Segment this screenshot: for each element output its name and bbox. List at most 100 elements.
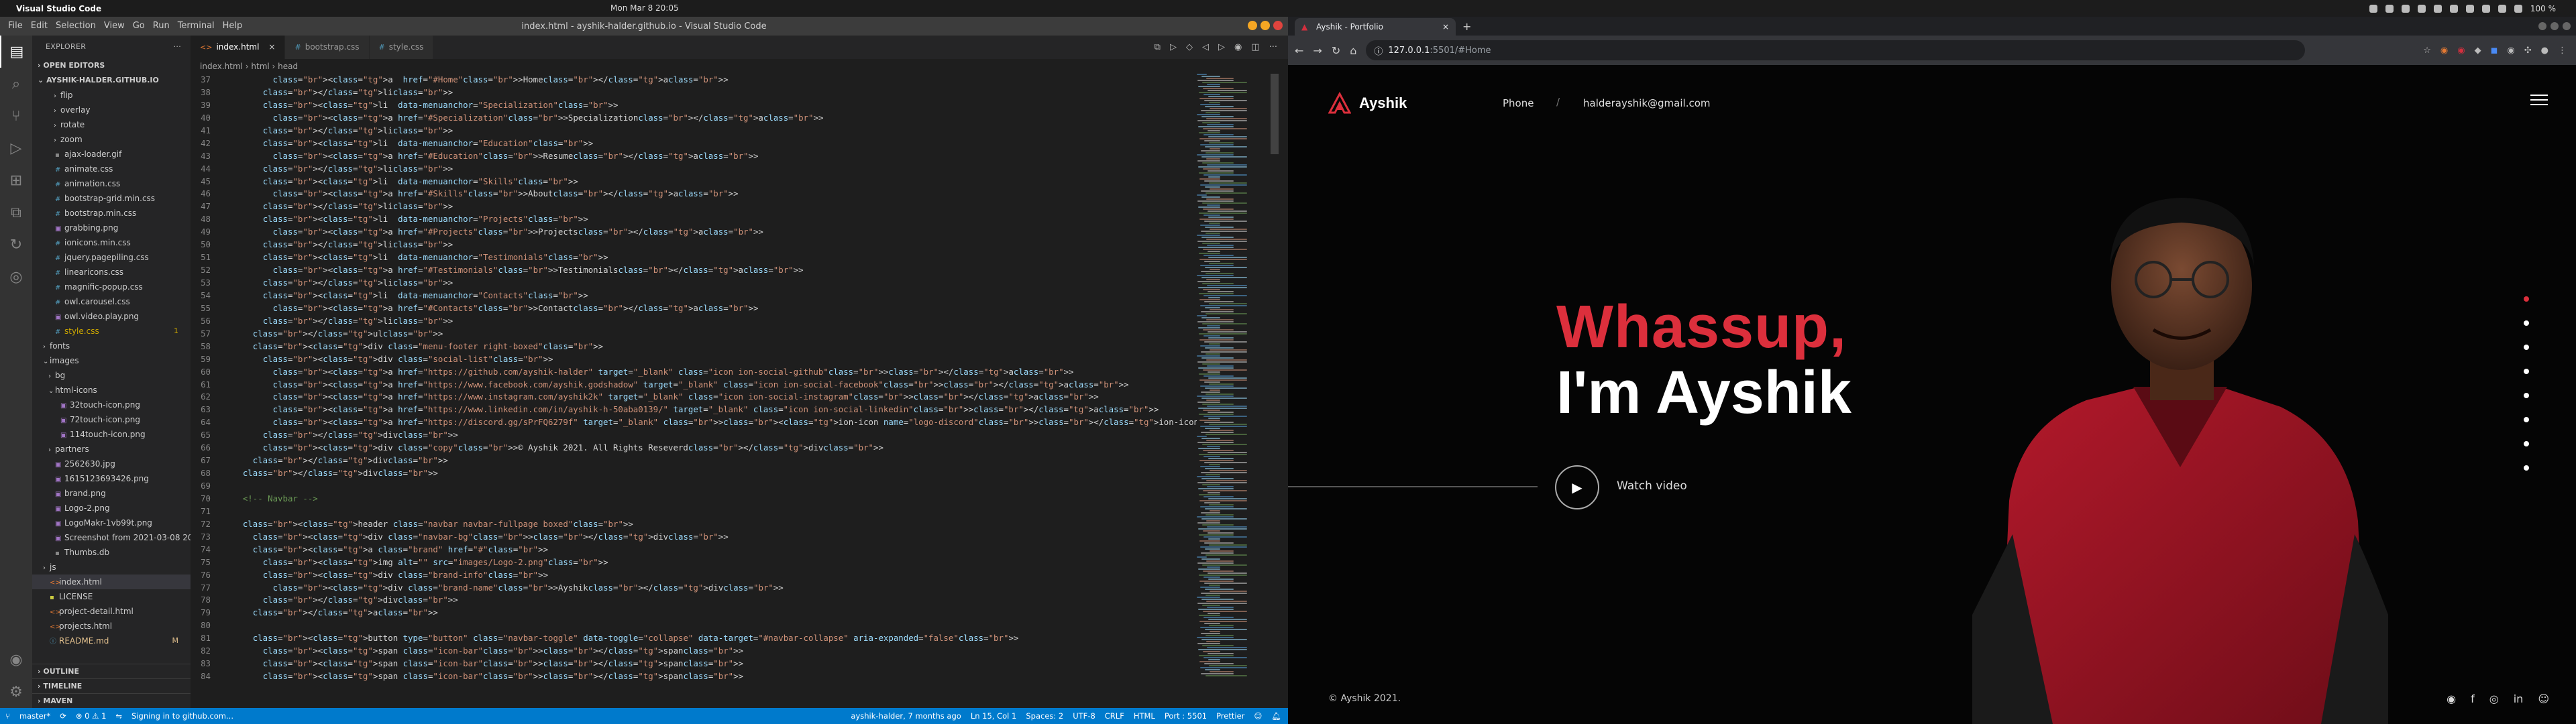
info-icon[interactable]: ⓘ (1374, 44, 1383, 57)
git-branch-icon[interactable]: ⑂ (5, 711, 10, 721)
more-actions-icon[interactable]: ··· (1269, 42, 1277, 52)
code-line[interactable]: 59 class="br"><class="tg">div class="soc… (191, 353, 1197, 366)
file-tree-item[interactable]: ▣ 2562630.jpg (32, 457, 191, 471)
tray-app-icon[interactable] (2401, 4, 2410, 13)
dropbox-icon[interactable] (2433, 4, 2442, 13)
remote-explorer-icon[interactable]: ⧉ (0, 196, 32, 229)
git-branch[interactable]: master* (19, 711, 50, 721)
code-line[interactable]: 63 class="br"><class="tg">a href="https:… (191, 404, 1197, 416)
timeline-section[interactable]: › TIMELINE (32, 678, 191, 693)
discord-icon[interactable]: ☺ (2538, 692, 2549, 705)
go-live-icon[interactable]: ◇ (1186, 42, 1193, 52)
hamburger-menu-icon[interactable] (2530, 95, 2548, 107)
notifications-icon[interactable]: 🔔︎ (1271, 711, 1281, 721)
tab-close-icon[interactable]: × (1442, 22, 1449, 32)
extension-icon[interactable]: ◉ (2507, 46, 2514, 56)
file-tree-item[interactable]: › zoom (32, 132, 191, 147)
code-line[interactable]: 57 class="br"></class="tg">ulclass="br">… (191, 328, 1197, 341)
code-editor[interactable]: 37 class="br"><class="tg">a href="#Home"… (191, 74, 1197, 708)
code-line[interactable]: 39 class="br"><class="tg">li data-menuan… (191, 99, 1197, 112)
open-editors-section[interactable]: › OPEN EDITORS (32, 58, 191, 73)
code-line[interactable]: 61 class="br"><class="tg">a href="https:… (191, 379, 1197, 391)
code-line[interactable]: 62 class="br"><class="tg">a href="https:… (191, 391, 1197, 404)
github-icon[interactable]: ◉ (2447, 692, 2456, 705)
close-button[interactable] (1273, 21, 1283, 30)
previous-change-icon[interactable]: ◁ (1202, 42, 1209, 52)
brand-name[interactable]: Ayshik (1359, 95, 1407, 112)
code-line[interactable]: 52 class="br"><class="tg">a href="#Testi… (191, 264, 1197, 277)
file-tree-item[interactable]: ▣ LogoMakr-1vb99t.png (32, 516, 191, 530)
git-icon[interactable]: ◉ (1234, 42, 1242, 52)
pagination-dot[interactable] (2524, 465, 2529, 471)
code-line[interactable]: 37 class="br"><class="tg">a href="#Home"… (191, 74, 1197, 86)
reload-icon[interactable]: ↻ (1332, 44, 1340, 57)
cursor-position[interactable]: Ln 15, Col 1 (971, 711, 1017, 721)
encoding[interactable]: UTF-8 (1073, 711, 1095, 721)
pagination-dot[interactable] (2524, 345, 2529, 350)
minimize-button[interactable] (1248, 21, 1257, 30)
menu-go[interactable]: Go (129, 17, 149, 36)
run-debug-icon[interactable]: ▷ (0, 132, 32, 164)
code-line[interactable]: 76 class="br"><class="tg">div class="bra… (191, 569, 1197, 582)
code-line[interactable]: 51 class="br"><class="tg">li data-menuan… (191, 251, 1197, 264)
browser-tab[interactable]: ▲ Ayshik - Portfolio × (1295, 18, 1456, 36)
maximize-button[interactable] (2551, 22, 2559, 30)
tray-app-icon[interactable] (2369, 4, 2377, 13)
code-line[interactable]: 55 class="br"><class="tg">a href="#Conta… (191, 302, 1197, 315)
code-line[interactable]: 50 class="br"></class="tg">liclass="br">… (191, 239, 1197, 251)
live-server-port[interactable]: Port : 5501 (1165, 711, 1207, 721)
tab-style-css[interactable]: # style.css (369, 36, 434, 59)
file-tree-item[interactable]: # bootstrap.min.css (32, 206, 191, 221)
file-tree-item[interactable]: # animation.css (32, 176, 191, 191)
search-icon[interactable]: ⌕ (0, 68, 32, 100)
menu-file[interactable]: File (4, 17, 27, 36)
code-line[interactable]: 53 class="br"></class="tg">liclass="br">… (191, 277, 1197, 290)
chrome-menu-icon[interactable]: ⋮ (2558, 46, 2567, 56)
phone-link[interactable]: Phone (1503, 97, 1534, 109)
code-line[interactable]: 73 class="br"><class="tg">div class="nav… (191, 531, 1197, 544)
code-line[interactable]: 82 class="br"><class="tg">span class="ic… (191, 645, 1197, 658)
volume-icon[interactable] (2481, 4, 2490, 13)
close-button[interactable] (2563, 22, 2571, 30)
system-clock[interactable]: Mon Mar 8 20:05 (610, 0, 679, 17)
code-line[interactable]: 83 class="br"><class="tg">span class="ic… (191, 658, 1197, 670)
line-ending[interactable]: CRLF (1105, 711, 1124, 721)
file-tree-item[interactable]: › partners (32, 442, 191, 457)
file-tree-item[interactable]: ▣ brand.png (32, 486, 191, 501)
code-line[interactable]: 47 class="br"></class="tg">liclass="br">… (191, 200, 1197, 213)
pagination-dot[interactable] (2524, 296, 2529, 302)
code-line[interactable]: 43 class="br"><class="tg">a href="#Educa… (191, 150, 1197, 163)
code-line[interactable]: 44 class="br"></class="tg">liclass="br">… (191, 163, 1197, 176)
forward-icon[interactable]: → (1313, 44, 1322, 57)
source-control-icon[interactable]: ⑂ (0, 100, 32, 132)
tab-bootstrap-css[interactable]: # bootstrap.css (285, 36, 370, 59)
file-tree-item[interactable]: # ionicons.min.css (32, 235, 191, 250)
linkedin-icon[interactable]: in (2514, 692, 2524, 705)
code-line[interactable]: 80 (191, 619, 1197, 632)
tab-close-icon[interactable]: × (268, 36, 275, 59)
live-share-status-icon[interactable]: ⇋ (115, 711, 122, 721)
tray-app-icon[interactable] (2417, 4, 2426, 13)
pagination-dot[interactable] (2524, 441, 2529, 446)
code-line[interactable]: 48 class="br"><class="tg">li data-menuan… (191, 213, 1197, 226)
code-line[interactable]: 45 class="br"><class="tg">li data-menuan… (191, 176, 1197, 188)
new-tab-button[interactable]: + (1462, 18, 1471, 36)
extension-icon[interactable]: ◉ (2457, 46, 2465, 56)
pagination-dot[interactable] (2524, 369, 2529, 374)
menu-terminal[interactable]: Terminal (174, 17, 219, 36)
file-tree-item[interactable]: › fonts (32, 339, 191, 353)
discord-icon[interactable] (2385, 4, 2394, 13)
scrollbar-thumb[interactable] (1271, 74, 1279, 154)
code-line[interactable]: 71 (191, 505, 1197, 518)
code-line[interactable]: 56 class="br"></class="tg">liclass="br">… (191, 315, 1197, 328)
github-icon[interactable]: ◎ (0, 261, 32, 293)
wifi-icon[interactable] (2465, 4, 2474, 13)
battery-icon[interactable] (2514, 4, 2522, 13)
file-tree-item[interactable]: ▪ Thumbs.db (32, 545, 191, 560)
file-tree-item[interactable]: ▣ Logo-2.png (32, 501, 191, 516)
file-tree-item[interactable]: ▣ Screenshot from 2021-03-08 20... (32, 530, 191, 545)
menu-help[interactable]: Help (219, 17, 247, 36)
pagination-dot[interactable] (2524, 393, 2529, 398)
code-line[interactable]: 58 class="br"><class="tg">div class="men… (191, 341, 1197, 353)
code-line[interactable]: 66 class="br"><class="tg">div class="cop… (191, 442, 1197, 455)
